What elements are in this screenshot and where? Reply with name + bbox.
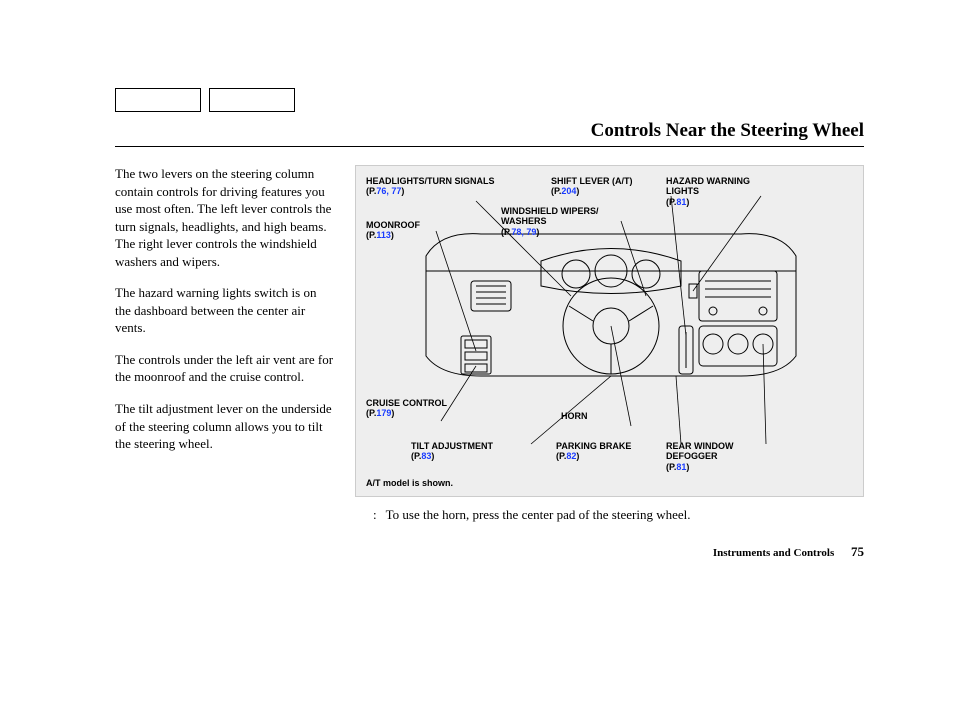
label-rear-text: REAR WINDOW DEFOGGER	[666, 441, 734, 462]
label-headlights-text: HEADLIGHTS/TURN SIGNALS	[366, 176, 495, 186]
manual-page: Controls Near the Steering Wheel The two…	[0, 0, 954, 710]
figure-note: A/T model is shown.	[366, 478, 453, 488]
caption-colon: :	[373, 507, 377, 522]
label-headlights-page: (P.76, 77)	[366, 186, 495, 196]
label-tilt-page: (P.83)	[411, 451, 493, 461]
paragraph-1: The two levers on the steering column co…	[115, 165, 335, 270]
label-wipers: WINDSHIELD WIPERS/ WASHERS (P.78, 79)	[501, 206, 599, 237]
header-tabs	[115, 88, 295, 112]
dashboard-illustration	[421, 226, 801, 426]
body-text: The two levers on the steering column co…	[115, 165, 335, 467]
label-horn-text: HORN	[561, 411, 588, 421]
label-moonroof-page: (P.113)	[366, 230, 420, 240]
tab-box-1	[115, 88, 201, 112]
label-parking-text: PARKING BRAKE	[556, 441, 631, 451]
figure-caption: : To use the horn, press the center pad …	[373, 507, 864, 523]
label-parking-page: (P.82)	[556, 451, 631, 461]
dashboard-figure: HEADLIGHTS/TURN SIGNALS (P.76, 77) MOONR…	[355, 165, 864, 497]
label-hazard-page: (P.81)	[666, 197, 750, 207]
label-cruise-page: (P.179)	[366, 408, 447, 418]
page-footer: Instruments and Controls 75	[713, 544, 864, 560]
page-title: Controls Near the Steering Wheel	[115, 120, 864, 142]
footer-page-number: 75	[851, 544, 864, 559]
paragraph-4: The tilt adjustment lever on the undersi…	[115, 400, 335, 453]
label-hazard-text: HAZARD WARNING LIGHTS	[666, 176, 750, 197]
label-tilt-text: TILT ADJUSTMENT	[411, 441, 493, 451]
label-wipers-page: (P.78, 79)	[501, 227, 599, 237]
paragraph-2: The hazard warning lights switch is on t…	[115, 284, 335, 337]
label-rear-defogger: REAR WINDOW DEFOGGER (P.81)	[666, 441, 734, 472]
figure-column: HEADLIGHTS/TURN SIGNALS (P.76, 77) MOONR…	[355, 165, 864, 523]
label-parking: PARKING BRAKE (P.82)	[556, 441, 631, 462]
label-shift-page: (P.204)	[551, 186, 633, 196]
label-rear-page: (P.81)	[666, 462, 734, 472]
content-columns: The two levers on the steering column co…	[115, 165, 864, 523]
label-shift-text: SHIFT LEVER (A/T)	[551, 176, 633, 186]
label-cruise-text: CRUISE CONTROL	[366, 398, 447, 408]
label-horn: HORN	[561, 411, 588, 421]
tab-box-2	[209, 88, 295, 112]
caption-text: To use the horn, press the center pad of…	[386, 507, 691, 522]
label-cruise: CRUISE CONTROL (P.179)	[366, 398, 447, 419]
label-shift: SHIFT LEVER (A/T) (P.204)	[551, 176, 633, 197]
paragraph-3: The controls under the left air vent are…	[115, 351, 335, 386]
label-headlights: HEADLIGHTS/TURN SIGNALS (P.76, 77)	[366, 176, 495, 197]
label-tilt: TILT ADJUSTMENT (P.83)	[411, 441, 493, 462]
label-wipers-text: WINDSHIELD WIPERS/ WASHERS	[501, 206, 599, 227]
label-moonroof: MOONROOF (P.113)	[366, 220, 420, 241]
title-rule	[115, 146, 864, 147]
footer-section: Instruments and Controls	[713, 547, 834, 559]
label-moonroof-text: MOONROOF	[366, 220, 420, 230]
label-hazard: HAZARD WARNING LIGHTS (P.81)	[666, 176, 750, 207]
